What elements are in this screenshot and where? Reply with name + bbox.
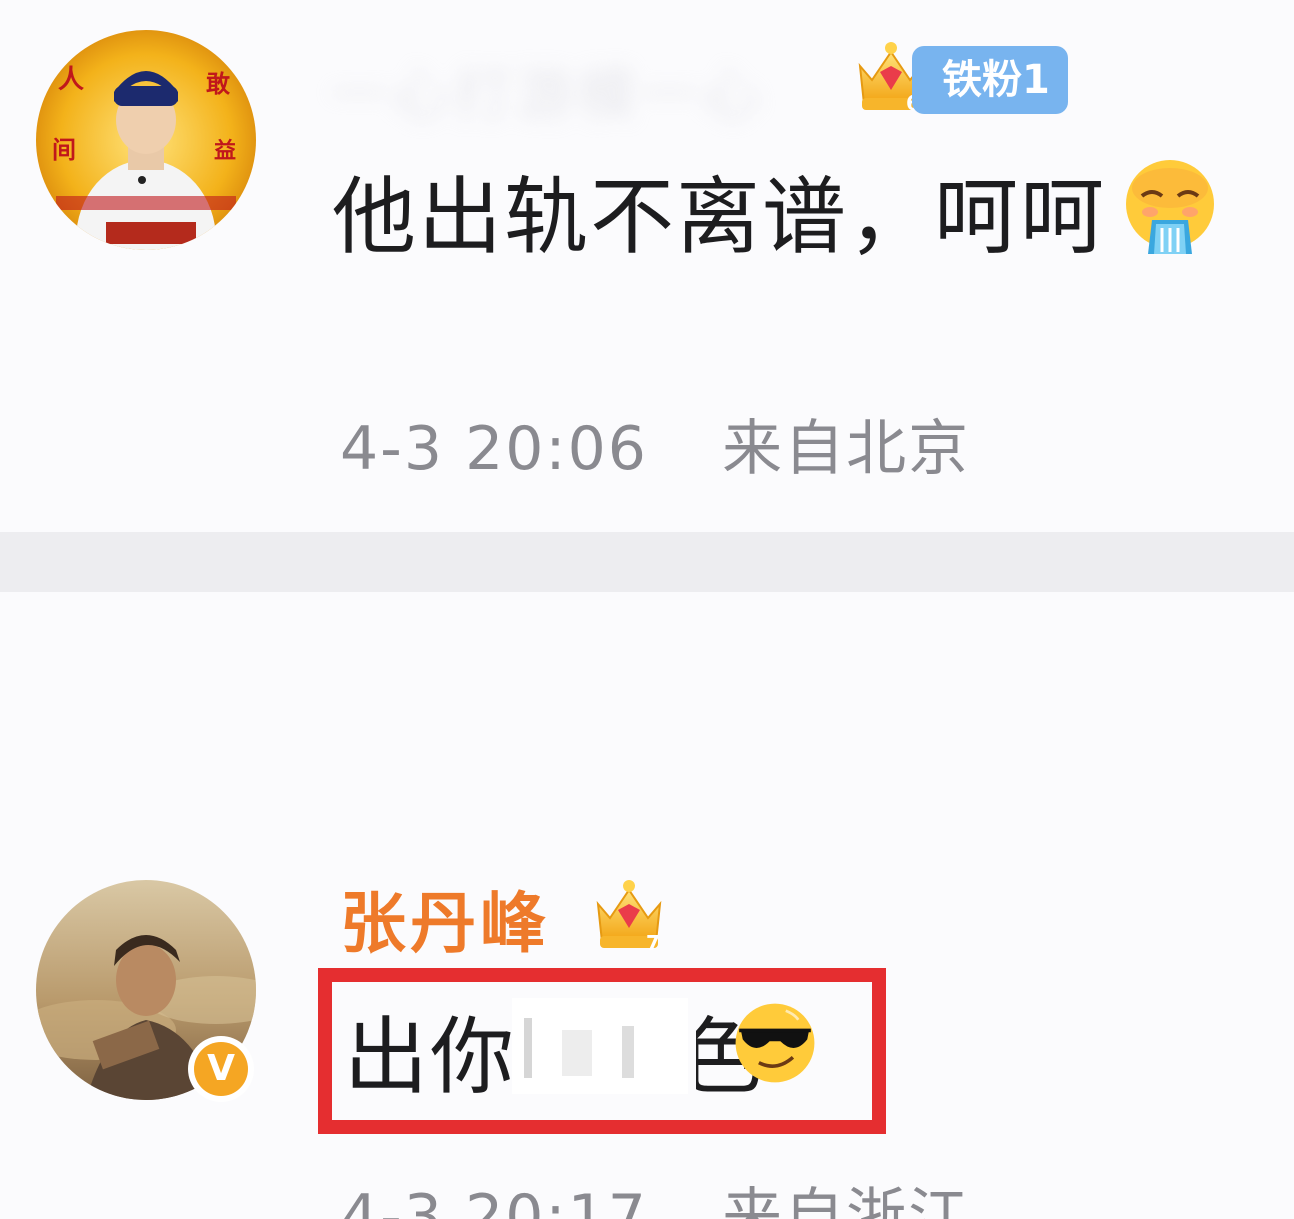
weibo-comments-screenshot: 人 敢 间 益 一心打游模一心 6 铁粉1 他出轨不离 xyxy=(0,0,1294,1219)
avatar-image: 人 敢 间 益 xyxy=(36,30,256,250)
sunglasses-face-icon xyxy=(735,1003,815,1083)
svg-text:益: 益 xyxy=(214,138,236,164)
comment-text: 出你 xyxy=(344,1008,517,1106)
user-avatar[interactable]: 人 敢 间 益 xyxy=(36,30,256,250)
svg-text:人: 人 xyxy=(58,65,84,95)
comment-time: 4-3 20:06 xyxy=(340,414,648,484)
comment-meta: 4-3 20:06 来自北京 xyxy=(340,400,970,487)
crown-level-icon: 7 xyxy=(596,880,662,954)
vomiting-face-icon xyxy=(1126,160,1214,254)
censored-region xyxy=(512,998,688,1094)
verified-v-icon: V xyxy=(194,1042,248,1096)
comment-location: 来自浙江 xyxy=(722,1182,971,1219)
comment-location: 来自北京 xyxy=(722,414,971,484)
svg-text:间: 间 xyxy=(52,136,76,164)
username[interactable]: 张丹峰 xyxy=(340,870,550,966)
crown-level-number: 7 xyxy=(646,931,660,954)
comment-meta: 4-3 20:17 来自浙江 xyxy=(340,1168,970,1219)
comment-item: 人 敢 间 益 一心打游模一心 6 铁粉1 他出轨不离 xyxy=(0,0,1294,532)
verified-badge: V xyxy=(188,1036,254,1102)
username[interactable]: 一心打游模一心 xyxy=(330,48,764,132)
svg-text:敢: 敢 xyxy=(206,70,231,98)
comment-separator xyxy=(0,532,1294,592)
fan-badge[interactable]: 铁粉1 xyxy=(912,46,1068,114)
comment-text: 他出轨不离谱，呵呵 xyxy=(332,168,1107,266)
comment-time: 4-3 20:17 xyxy=(340,1182,648,1219)
